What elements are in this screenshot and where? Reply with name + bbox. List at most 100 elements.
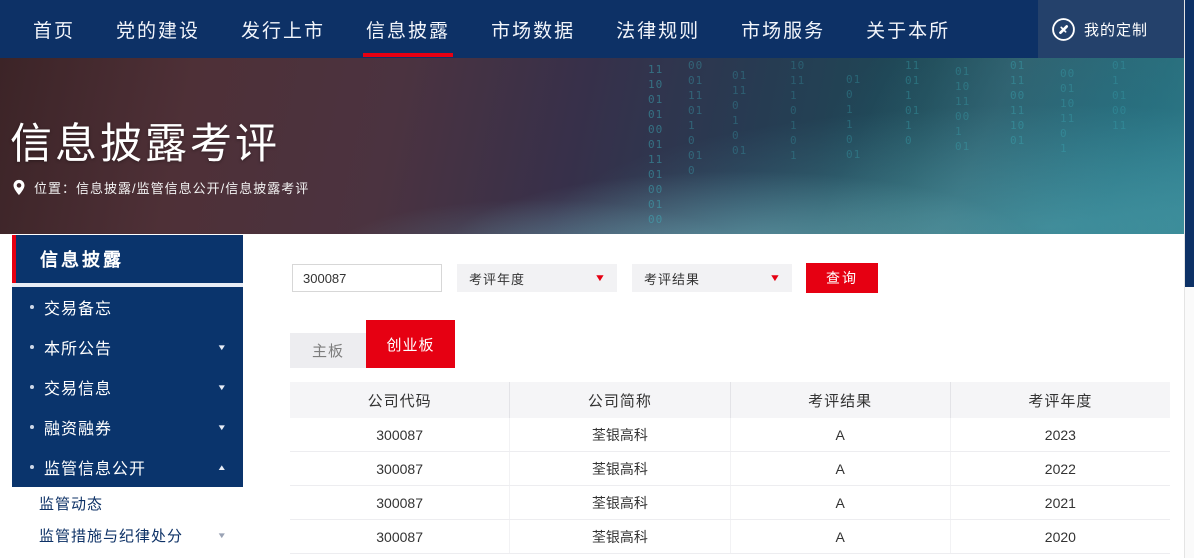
cell-company-name: 荃银高科: [509, 486, 729, 519]
cell-evaluation-year: 2023: [950, 418, 1170, 451]
breadcrumb: 位置：信息披露/监管信息公开/信息披露考评: [12, 178, 309, 197]
customize-pencil-icon: [1051, 17, 1076, 42]
tab-gem-board-active[interactable]: 创业板: [366, 320, 455, 368]
cell-evaluation-result: A: [730, 486, 950, 519]
bullet-dot-icon: [30, 465, 34, 469]
page: 首页 党的建设 发行上市 信息披露 市场数据 法律规则 市场服务 关于本所 我的…: [0, 0, 1194, 558]
dropdown-label: 考评结果: [644, 269, 700, 288]
sidebar-item-label: 融资融券: [44, 415, 112, 439]
table-row: 300087 荃银高科 A 2022: [290, 452, 1170, 486]
cell-company-code: 300087: [290, 520, 509, 553]
binary-rain-decoration: 01 11 0 1 0 01: [732, 68, 747, 158]
table-row: 300087 荃银高科 A 2021: [290, 486, 1170, 520]
sidebar-subitem-label: 监管动态: [39, 493, 103, 514]
sidebar-item-trading-memo[interactable]: 交易备忘: [12, 287, 243, 327]
nav-label: 发行上市: [241, 16, 325, 43]
binary-rain-decoration: 01 1 01 00 11: [1112, 58, 1127, 133]
nav-item-market-data[interactable]: 市场数据: [491, 0, 575, 58]
binary-rain-decoration: 01 11 00 11 10 01: [1010, 58, 1025, 148]
nav-label: 市场数据: [491, 16, 575, 43]
bullet-dot-icon: [30, 385, 34, 389]
nav-label: 首页: [33, 16, 75, 43]
nav-items: 首页 党的建设 发行上市 信息披露 市场数据 法律规则 市场服务 关于本所: [0, 0, 1194, 58]
nav-label: 党的建设: [116, 16, 200, 43]
chevron-up-icon: ▲: [217, 463, 229, 472]
vertical-scrollbar-track[interactable]: [1184, 0, 1194, 558]
column-header-company-name: 公司简称: [509, 382, 729, 418]
binary-rain-decoration: 01 0 1 1 0 01: [846, 72, 861, 162]
nav-item-listing[interactable]: 发行上市: [241, 0, 325, 58]
cell-company-name: 荃银高科: [509, 418, 729, 451]
table-header-row: 公司代码 公司简称 考评结果 考评年度: [290, 382, 1170, 418]
page-title: 信息披露考评: [10, 110, 280, 171]
dropdown-label: 考评年度: [469, 269, 525, 288]
nav-label: 关于本所: [866, 16, 950, 43]
active-nav-underline: [363, 53, 453, 57]
sidebar-item-trading-info[interactable]: 交易信息 ▼: [12, 367, 243, 407]
bullet-dot-icon: [30, 305, 34, 309]
nav-label: 法律规则: [616, 16, 700, 43]
stock-code-input[interactable]: [292, 264, 442, 292]
column-header-evaluation-year: 考评年度: [950, 382, 1170, 418]
my-customization-label: 我的定制: [1084, 19, 1148, 40]
sidebar-item-margin-trading[interactable]: 融资融券 ▼: [12, 407, 243, 447]
table-row: 300087 荃银高科 A 2023: [290, 418, 1170, 452]
tab-main-board[interactable]: 主板: [290, 333, 366, 368]
sidebar-header-disclosure[interactable]: 信息披露: [12, 235, 243, 283]
sidebar-subitem-disciplinary-measures[interactable]: 监管措施与纪律处分 ▼: [12, 519, 243, 551]
sidebar-subitem-regulatory-dynamics[interactable]: 监管动态: [12, 487, 243, 519]
sidebar-item-label: 交易备忘: [44, 295, 112, 319]
vertical-scrollbar-thumb[interactable]: [1185, 0, 1194, 287]
binary-rain-decoration: 00 01 11 01 1 0 01 0: [688, 58, 703, 178]
chevron-down-icon: ▼: [217, 383, 229, 392]
cell-evaluation-result: A: [730, 452, 950, 485]
cell-company-code: 300087: [290, 452, 509, 485]
cell-company-name: 荃银高科: [509, 520, 729, 553]
cell-evaluation-year: 2021: [950, 486, 1170, 519]
sidebar-item-exchange-notices[interactable]: 本所公告 ▼: [12, 327, 243, 367]
evaluation-year-dropdown[interactable]: 考评年度 ▼: [457, 264, 617, 292]
nav-label: 信息披露: [366, 16, 450, 43]
chevron-down-icon: ▼: [217, 531, 229, 540]
binary-rain-decoration: 11 10 01 01 00 01 11 01 00 01 00: [648, 62, 663, 227]
sidebar-header-label: 信息披露: [40, 246, 124, 272]
my-customization-button[interactable]: 我的定制: [1038, 0, 1184, 58]
column-header-company-code: 公司代码: [290, 382, 509, 418]
binary-rain-decoration: 01 10 11 00 1 01: [955, 64, 970, 154]
bullet-dot-icon: [30, 425, 34, 429]
nav-item-home[interactable]: 首页: [33, 0, 75, 58]
sidebar-submenu: 监管动态 监管措施与纪律处分 ▼: [12, 487, 243, 551]
cell-evaluation-result: A: [730, 418, 950, 451]
sidebar-subitem-label: 监管措施与纪律处分: [39, 525, 183, 546]
hero-banner: 11 10 01 01 00 01 11 01 00 01 00 00 01 1…: [0, 58, 1194, 234]
dropdown-arrow-icon: ▼: [769, 273, 781, 284]
cell-company-name: 荃银高科: [509, 452, 729, 485]
nav-item-about[interactable]: 关于本所: [866, 0, 950, 58]
chevron-down-icon: ▼: [217, 343, 229, 352]
nav-item-party-building[interactable]: 党的建设: [116, 0, 200, 58]
dropdown-arrow-icon: ▼: [594, 273, 606, 284]
cell-evaluation-result: A: [730, 520, 950, 553]
binary-rain-decoration: 11 01 1 01 1 0: [905, 58, 920, 148]
sidebar-item-regulatory-disclosure[interactable]: 监管信息公开 ▲: [12, 447, 243, 487]
results-table: 公司代码 公司简称 考评结果 考评年度 300087 荃银高科 A 2023 3…: [290, 382, 1170, 554]
top-navbar: 首页 党的建设 发行上市 信息披露 市场数据 法律规则 市场服务 关于本所 我的…: [0, 0, 1194, 58]
breadcrumb-text: 位置：信息披露/监管信息公开/信息披露考评: [34, 178, 309, 197]
nav-item-market-services[interactable]: 市场服务: [741, 0, 825, 58]
nav-item-rules[interactable]: 法律规则: [616, 0, 700, 58]
cell-evaluation-year: 2022: [950, 452, 1170, 485]
evaluation-result-dropdown[interactable]: 考评结果 ▼: [632, 264, 792, 292]
cell-company-code: 300087: [290, 418, 509, 451]
sidebar-item-label: 交易信息: [44, 375, 112, 399]
bullet-dot-icon: [30, 345, 34, 349]
binary-rain-decoration: 10 11 1 0 1 0 1: [790, 58, 805, 163]
location-pin-icon: [12, 179, 26, 196]
nav-item-disclosure-active[interactable]: 信息披露: [366, 0, 450, 58]
sidebar: 信息披露 交易备忘 本所公告 ▼ 交易信息 ▼ 融资融券 ▼: [12, 235, 243, 551]
sidebar-item-label: 本所公告: [44, 335, 112, 359]
cell-company-code: 300087: [290, 486, 509, 519]
binary-rain-decoration: 00 01 10 11 0 1: [1060, 66, 1075, 156]
chevron-down-icon: ▼: [217, 423, 229, 432]
search-button[interactable]: 查询: [806, 263, 878, 293]
sidebar-item-label: 监管信息公开: [44, 455, 146, 479]
